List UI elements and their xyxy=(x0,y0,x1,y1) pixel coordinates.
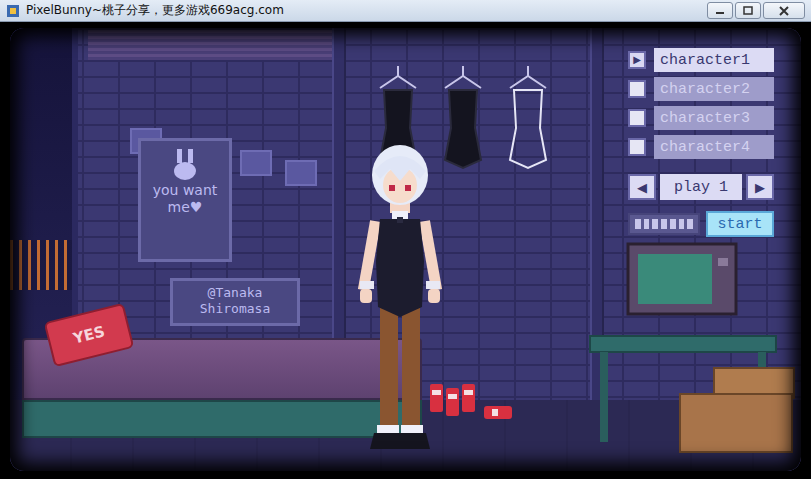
window-controls xyxy=(707,2,805,19)
minimize-icon xyxy=(715,7,725,15)
gauge-segment xyxy=(687,219,693,229)
window-title: PixelBunny~桃子分享，更多游戏669acg.com xyxy=(26,2,701,19)
start-row: start xyxy=(628,211,774,237)
play-selector: ◀play 1▶ xyxy=(628,174,774,200)
gauge-segment xyxy=(652,219,658,229)
next-play-button[interactable]: ▶ xyxy=(746,174,774,200)
character-label[interactable]: character4 xyxy=(654,135,774,159)
character-option[interactable]: character2 xyxy=(628,77,774,101)
character-option[interactable]: ▶ character1 xyxy=(628,48,774,72)
character-label[interactable]: character2 xyxy=(654,77,774,101)
poster-text: you want xyxy=(153,183,218,198)
tv xyxy=(626,242,738,338)
gauge-segment xyxy=(679,219,685,229)
character-label[interactable]: character3 xyxy=(654,106,774,130)
gauge-segment xyxy=(670,219,676,229)
game-menu: ▶ character1 character2 character3 character… xyxy=(628,48,774,237)
gauge-segment xyxy=(644,219,650,229)
close-button[interactable] xyxy=(763,2,805,19)
game-window: PixelBunny~桃子分享，更多游戏669acg.com you want me… xyxy=(0,0,811,479)
app-icon xyxy=(6,4,20,18)
character-checkbox[interactable] xyxy=(628,109,646,127)
character-option[interactable]: character4 xyxy=(628,135,774,159)
prev-play-button[interactable]: ◀ xyxy=(628,174,656,200)
game-scene: you want me♥ @TanakaShiromasa YES ▶ character… xyxy=(10,28,801,471)
bed-base xyxy=(22,400,422,438)
play-label: play 1 xyxy=(660,174,742,200)
character-checkbox[interactable] xyxy=(628,138,646,156)
title-bar: PixelBunny~桃子分享，更多游戏669acg.com xyxy=(0,0,811,22)
poster: you want me♥ xyxy=(138,138,232,262)
picture-frame xyxy=(285,160,317,186)
game-frame: you want me♥ @TanakaShiromasa YES ▶ character… xyxy=(0,22,811,479)
character-label[interactable]: character1 xyxy=(654,48,774,72)
poster-text: me♥ xyxy=(168,200,203,215)
character-checkbox[interactable]: ▶ xyxy=(628,51,646,69)
start-button[interactable]: start xyxy=(706,211,774,237)
gauge-segment xyxy=(661,219,667,229)
gauge-segment xyxy=(635,219,641,229)
credit-plate: @TanakaShiromasa xyxy=(170,278,300,326)
city-lights xyxy=(10,240,72,290)
maximize-button[interactable] xyxy=(735,2,761,19)
character-option[interactable]: character3 xyxy=(628,106,774,130)
credit-text: @Tanaka xyxy=(208,285,263,301)
picture-frame xyxy=(240,150,272,176)
credit-text: Shiromasa xyxy=(200,301,270,317)
gauge xyxy=(628,213,700,235)
close-icon xyxy=(779,6,789,16)
wall-strip xyxy=(88,30,333,60)
minimize-button[interactable] xyxy=(707,2,733,19)
character-checkbox[interactable] xyxy=(628,80,646,98)
cardboard-boxes xyxy=(678,366,798,456)
pillow-text: YES xyxy=(71,322,106,347)
maximize-icon xyxy=(743,6,753,15)
bunny-logo-icon xyxy=(170,149,200,181)
soda-cans xyxy=(428,380,518,430)
